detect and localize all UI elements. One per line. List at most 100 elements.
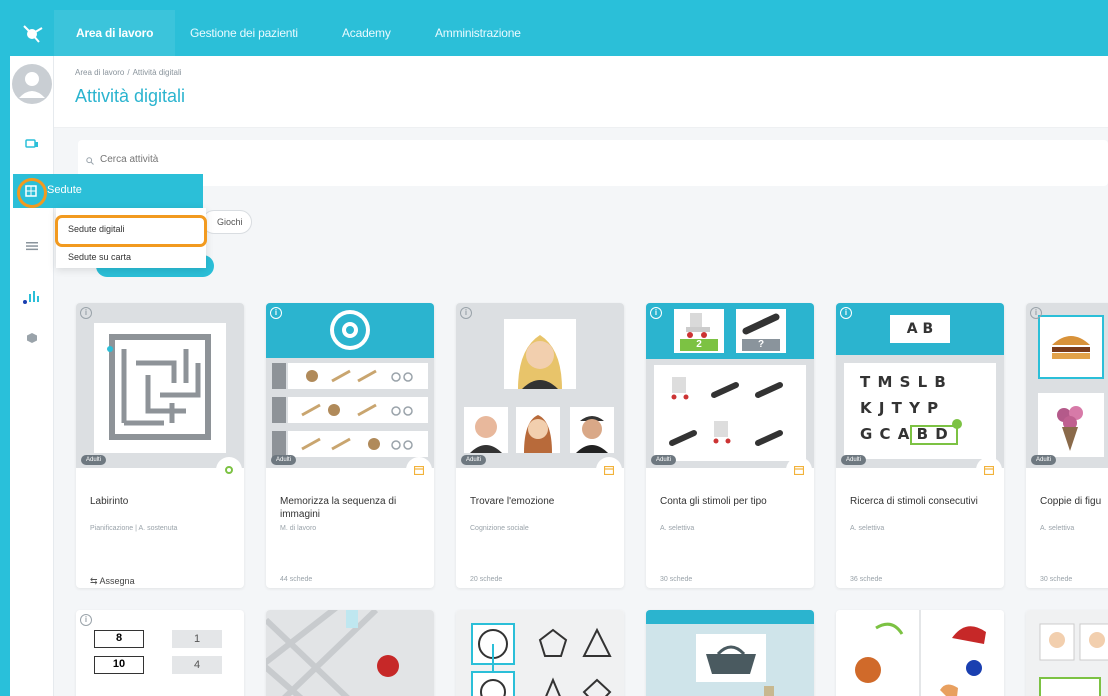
tab-gestione-pazienti[interactable]: Gestione dei pazienti bbox=[190, 10, 298, 56]
card-thumbnail: A B T M S L B K J T Y P G C A B D i Adul… bbox=[836, 303, 1004, 468]
assign-icon: ⇆ bbox=[90, 576, 100, 586]
card-footer: 36 schede bbox=[850, 576, 883, 583]
search-input[interactable] bbox=[88, 154, 688, 165]
paper-type-icon bbox=[596, 457, 622, 483]
assign-label: Assegna bbox=[99, 576, 135, 586]
card-title: Labirinto bbox=[90, 496, 129, 507]
activity-card[interactable]: i Adulti Trovare l'emozione Cognizione s… bbox=[456, 303, 624, 588]
count-label: ? bbox=[757, 339, 765, 350]
card-subtitle: A. selettiva bbox=[850, 525, 885, 532]
number-box: 4 bbox=[172, 656, 222, 674]
submenu-item-sedute-su-carta[interactable]: Sedute su carta bbox=[68, 252, 131, 262]
card-title: Ricerca di stimoli consecutivi bbox=[850, 496, 978, 507]
sequence-grid bbox=[272, 363, 428, 465]
paper-type-icon bbox=[786, 457, 812, 483]
breadcrumb-current: Attività digitali bbox=[132, 68, 182, 77]
filter-chip-giochi[interactable]: Giochi bbox=[202, 210, 252, 234]
card-thumbnail: i Adulti bbox=[456, 303, 624, 468]
letters-row: T M S L B bbox=[860, 373, 947, 391]
card-subtitle: A. selettiva bbox=[660, 525, 695, 532]
age-badge: Adulti bbox=[651, 455, 677, 465]
cube-icon[interactable] bbox=[22, 328, 42, 348]
info-icon[interactable]: i bbox=[80, 307, 92, 319]
card-title: Memorizza la sequenza di immagini bbox=[280, 496, 397, 520]
people-cards-image bbox=[1026, 610, 1108, 696]
card-footer: 30 schede bbox=[660, 576, 693, 583]
face-image-option bbox=[464, 407, 508, 453]
assign-button[interactable]: ⇆ Assegna bbox=[90, 576, 135, 587]
burger-image bbox=[1038, 315, 1104, 379]
age-badge: Adulti bbox=[1031, 455, 1057, 465]
card-subtitle: A. selettiva bbox=[1040, 525, 1075, 532]
card-thumbnail: 2 ? i Adulti bbox=[646, 303, 814, 468]
page-title: Attività digitali bbox=[75, 86, 186, 106]
card-thumbnail: i Adulti bbox=[76, 303, 244, 468]
sidebar-item-label: Sedute bbox=[47, 184, 82, 196]
activity-card[interactable]: i 8 10 1 4 bbox=[76, 610, 244, 696]
card-thumbnail: i Adulti bbox=[266, 303, 434, 468]
number-box: 1 bbox=[172, 630, 222, 648]
activity-card[interactable] bbox=[1026, 610, 1108, 696]
face-image-option bbox=[516, 407, 560, 453]
activity-card[interactable]: i Adulti Labirinto Pianificazione | A. s… bbox=[76, 303, 244, 588]
tab-amministrazione[interactable]: Amministrazione bbox=[435, 10, 521, 56]
skateboard-image: ? bbox=[736, 309, 786, 353]
info-icon[interactable]: i bbox=[80, 614, 92, 626]
card-title: Coppie di figu bbox=[1040, 496, 1102, 507]
activity-card[interactable] bbox=[836, 610, 1004, 696]
card-subtitle: M. di lavoro bbox=[280, 525, 317, 532]
age-badge: Adulti bbox=[841, 455, 867, 465]
top-navigation: Area di lavoro Gestione dei pazienti Aca… bbox=[10, 10, 1108, 56]
letters-grid: T M S L B K J T Y P G C A B D bbox=[844, 363, 996, 459]
maze-image bbox=[94, 323, 226, 453]
activity-card[interactable] bbox=[456, 610, 624, 696]
age-badge: Adulti bbox=[271, 455, 297, 465]
activity-card[interactable] bbox=[266, 610, 434, 696]
highlight-box bbox=[55, 215, 207, 247]
card-thumb-header bbox=[266, 303, 434, 358]
highlight-circle bbox=[17, 178, 47, 208]
activity-card[interactable]: i Adulti Coppie di figu A. selettiva 30 … bbox=[1026, 303, 1108, 588]
paper-type-icon bbox=[976, 457, 1002, 483]
objects-image bbox=[836, 610, 1004, 696]
list-icon[interactable] bbox=[22, 236, 42, 256]
check-icon bbox=[952, 419, 962, 429]
face-image-main bbox=[504, 319, 576, 389]
count-label: 2 bbox=[696, 339, 702, 350]
avatar[interactable] bbox=[12, 64, 52, 104]
shapes-grid bbox=[456, 610, 624, 696]
activity-card[interactable]: A B T M S L B K J T Y P G C A B D i Adul… bbox=[836, 303, 1004, 588]
info-icon[interactable]: i bbox=[1030, 307, 1042, 319]
app-window: Area di lavoro Gestione dei pazienti Aca… bbox=[10, 10, 1108, 696]
activity-card[interactable]: 2 ? i Adulti Conta gli stimoli per tipo … bbox=[646, 303, 814, 588]
tab-area-di-lavoro[interactable]: Area di lavoro bbox=[53, 10, 176, 56]
brain-gear-icon bbox=[330, 310, 370, 350]
search-bar bbox=[78, 140, 1108, 186]
age-badge: Adulti bbox=[461, 455, 487, 465]
bag-scene-image bbox=[646, 610, 814, 696]
filter-chip-label: Giochi bbox=[217, 217, 243, 227]
number-box: 10 bbox=[94, 656, 144, 674]
target-letters: A B bbox=[890, 315, 950, 343]
age-badge: Adulti bbox=[81, 455, 107, 465]
card-footer: 20 schede bbox=[470, 576, 503, 583]
card-thumbnail: i Adulti bbox=[1026, 303, 1108, 468]
roller-skate-image: 2 bbox=[674, 309, 724, 353]
stimuli-grid bbox=[654, 365, 806, 461]
activity-card[interactable] bbox=[646, 610, 814, 696]
stats-icon[interactable] bbox=[22, 286, 42, 306]
tab-academy[interactable]: Academy bbox=[342, 10, 391, 56]
activities-icon[interactable] bbox=[22, 134, 42, 154]
breadcrumb-root[interactable]: Area di lavoro bbox=[75, 68, 124, 77]
info-icon[interactable]: i bbox=[460, 307, 472, 319]
card-subtitle: Cognizione sociale bbox=[470, 525, 529, 532]
info-icon[interactable]: i bbox=[650, 307, 662, 319]
info-icon[interactable]: i bbox=[270, 307, 282, 319]
face-image-option bbox=[570, 407, 614, 453]
card-footer: 44 schede bbox=[280, 576, 313, 583]
logo-icon[interactable] bbox=[10, 10, 54, 56]
card-subtitle: Pianificazione | A. sostenuta bbox=[90, 525, 178, 532]
info-icon[interactable]: i bbox=[840, 307, 852, 319]
game-type-icon bbox=[216, 457, 242, 483]
activity-card[interactable]: i Adulti Memorizza la sequenza di immagi… bbox=[266, 303, 434, 588]
